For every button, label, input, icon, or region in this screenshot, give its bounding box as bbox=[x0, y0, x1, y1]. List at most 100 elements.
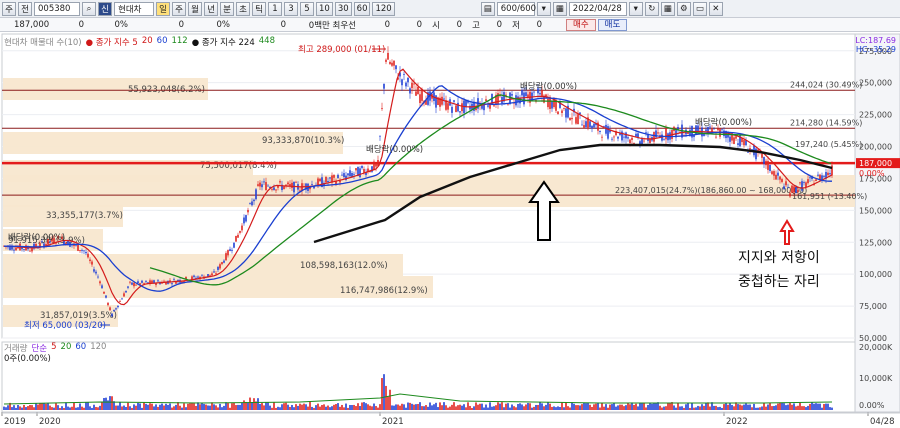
candle-body bbox=[91, 261, 93, 265]
volume-bar bbox=[727, 404, 729, 410]
count-field[interactable]: 600/600 bbox=[496, 1, 536, 16]
candle-body bbox=[407, 77, 409, 83]
volume-ma60: 60 bbox=[75, 342, 87, 352]
volume-bar bbox=[815, 403, 817, 410]
candle-body bbox=[163, 280, 165, 282]
x-tick-label: 2019 bbox=[4, 417, 26, 427]
period-week-button[interactable]: 주 bbox=[172, 1, 186, 16]
volume-bar bbox=[627, 402, 629, 410]
volume-bar bbox=[819, 403, 821, 410]
count-up-icon[interactable]: ▾ bbox=[536, 1, 551, 16]
close-icon[interactable]: ✕ bbox=[708, 1, 723, 16]
volume-tick-label: 10,000K bbox=[859, 374, 893, 383]
interval-30[interactable]: 30 bbox=[334, 1, 352, 16]
volume-bar bbox=[245, 401, 247, 410]
interval-3[interactable]: 3 bbox=[284, 1, 298, 16]
period-minute-button[interactable]: 분 bbox=[220, 1, 234, 16]
volume-bar bbox=[531, 407, 533, 410]
candle-body bbox=[141, 280, 143, 283]
buy-button[interactable]: 매수 bbox=[566, 18, 596, 31]
volume-bar bbox=[753, 403, 755, 410]
volume-bar bbox=[635, 403, 637, 410]
volume-bar bbox=[653, 402, 655, 410]
volume-bar bbox=[287, 404, 289, 410]
volume-bar bbox=[607, 407, 609, 410]
volume-bar bbox=[669, 403, 671, 410]
volume-bar bbox=[235, 405, 237, 410]
volume-bar bbox=[817, 403, 819, 410]
candle-body bbox=[95, 271, 97, 274]
volume-profile-label: 33,355,177(3.7%) bbox=[46, 211, 123, 221]
price-chart[interactable]: 275,000250,000225,000200,000175,000150,0… bbox=[0, 32, 900, 428]
volume-bar bbox=[79, 403, 81, 410]
candle-body bbox=[769, 164, 771, 171]
volume-bar bbox=[731, 404, 733, 410]
volume-bar bbox=[583, 402, 585, 410]
period-month-button[interactable]: 월 bbox=[188, 1, 202, 16]
interval-120[interactable]: 120 bbox=[372, 1, 395, 16]
volume-bar bbox=[159, 404, 161, 410]
sell-button[interactable]: 매도 bbox=[597, 18, 628, 31]
volume-bar bbox=[809, 403, 811, 410]
interval-10[interactable]: 10 bbox=[316, 1, 333, 16]
interval-5[interactable]: 5 bbox=[300, 1, 314, 16]
volume-bar bbox=[185, 407, 187, 410]
volume-bar bbox=[463, 404, 465, 410]
settings-icon[interactable]: ⚙ bbox=[676, 1, 691, 16]
candle-body bbox=[197, 276, 199, 278]
volume-bar bbox=[827, 403, 829, 410]
candle-body bbox=[29, 250, 31, 252]
grid-icon[interactable]: ▦ bbox=[660, 1, 675, 16]
window-icon[interactable]: ▭ bbox=[692, 1, 707, 16]
volume-bar bbox=[403, 404, 405, 410]
volume-bar bbox=[103, 397, 105, 410]
calendar-dropdown-icon[interactable]: ▾ bbox=[628, 1, 643, 16]
lock-icon[interactable]: ▤ bbox=[480, 1, 495, 16]
calendar-icon[interactable]: ▦ bbox=[552, 1, 567, 16]
interval-60[interactable]: 60 bbox=[353, 1, 371, 16]
candle-body bbox=[15, 247, 17, 251]
high-label: 고 bbox=[472, 20, 480, 31]
candle-body bbox=[643, 140, 645, 142]
y-tick-label: 150,000 bbox=[859, 206, 892, 215]
date-field[interactable]: 2022/04/28 bbox=[568, 1, 627, 16]
period-second-button[interactable]: 초 bbox=[236, 1, 250, 16]
period-day-button[interactable]: 일 bbox=[156, 1, 170, 16]
candle-body bbox=[561, 110, 563, 114]
candle-body bbox=[747, 151, 749, 153]
stock-name-field[interactable]: 현대차 bbox=[114, 1, 154, 16]
period-year-button[interactable]: 년 bbox=[204, 1, 218, 16]
prev-button[interactable]: 전 bbox=[18, 1, 32, 16]
volume-bar bbox=[687, 402, 689, 410]
volume-bar bbox=[305, 404, 307, 410]
candle-body bbox=[411, 82, 413, 89]
volume-bar bbox=[443, 402, 445, 410]
candle-body bbox=[761, 153, 763, 158]
volume-bar bbox=[427, 406, 429, 410]
chart-type-dropdown[interactable]: 주 bbox=[2, 1, 16, 16]
volume-bar bbox=[167, 404, 169, 410]
volume-bar bbox=[19, 406, 21, 410]
volume-bar bbox=[267, 402, 269, 410]
period-tick-button[interactable]: 틱 bbox=[252, 1, 266, 16]
open-value: 0 bbox=[456, 19, 462, 30]
candle-body bbox=[121, 298, 123, 300]
volume-bar bbox=[219, 403, 221, 410]
volume-bar bbox=[337, 403, 339, 410]
volume-bar bbox=[795, 406, 797, 410]
volume-bar bbox=[51, 407, 53, 410]
interval-1[interactable]: 1 bbox=[268, 1, 282, 16]
candle-body bbox=[461, 103, 463, 112]
refresh-icon[interactable]: ↻ bbox=[644, 1, 659, 16]
candle-body bbox=[737, 143, 739, 145]
volume-bar bbox=[155, 404, 157, 410]
volume-bar bbox=[417, 403, 419, 410]
volume-bar bbox=[807, 405, 809, 410]
stock-code-input[interactable]: 005380 bbox=[34, 1, 80, 16]
search-icon[interactable]: ⌕ bbox=[82, 1, 96, 16]
candle-body bbox=[243, 217, 245, 224]
volume-bar bbox=[551, 406, 553, 410]
volume-bar bbox=[755, 407, 757, 410]
candle-body bbox=[87, 253, 89, 258]
volume-bar bbox=[647, 404, 649, 410]
